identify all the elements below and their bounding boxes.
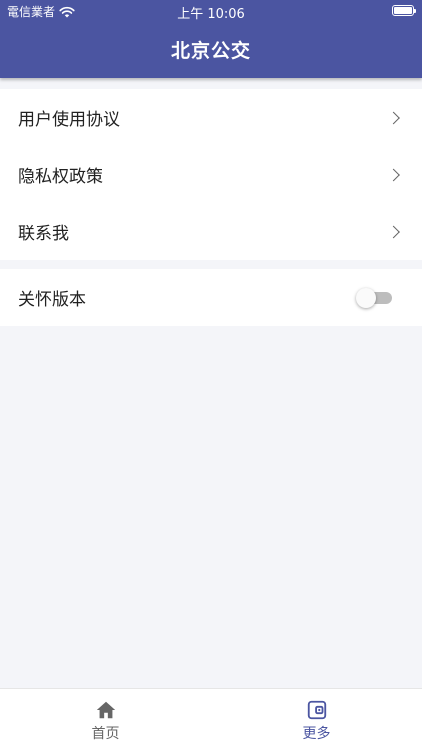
screen: 電信業者 上午 10:06 北京公交 用户使用协议 隐私权政策 联系我 关怀版本…: [0, 0, 422, 750]
page-title: 北京公交: [170, 40, 251, 62]
care-mode-row: 关怀版本: [0, 269, 422, 326]
tab-more[interactable]: 更多: [211, 689, 422, 750]
chevron-right-icon: [387, 225, 400, 238]
battery-icon: [392, 5, 416, 16]
menu-item-privacy-policy[interactable]: 隐私权政策: [0, 146, 422, 203]
menu-item-label: 联系我: [18, 224, 69, 244]
toggle-thumb: [356, 288, 376, 308]
tab-label: 更多: [302, 726, 331, 742]
tab-bar: 首页 更多: [0, 688, 422, 750]
chevron-right-icon: [387, 111, 400, 124]
menu-item-contact[interactable]: 联系我: [0, 203, 422, 260]
tab-label: 首页: [91, 726, 120, 742]
app-header: 電信業者 上午 10:06 北京公交: [0, 0, 422, 78]
wallet-icon: [307, 700, 326, 720]
tab-home[interactable]: 首页: [0, 689, 211, 750]
menu-item-label: 用户使用协议: [18, 110, 120, 130]
menu-item-label: 隐私权政策: [18, 167, 103, 187]
menu-item-user-agreement[interactable]: 用户使用协议: [0, 89, 422, 146]
status-bar: 電信業者 上午 10:06: [0, 0, 422, 22]
home-icon: [96, 701, 115, 719]
care-mode-label: 关怀版本: [18, 290, 86, 310]
status-time: 上午 10:06: [177, 7, 245, 22]
settings-menu: 用户使用协议 隐私权政策 联系我: [0, 89, 422, 260]
chevron-right-icon: [387, 168, 400, 181]
care-mode-toggle[interactable]: [356, 288, 392, 308]
